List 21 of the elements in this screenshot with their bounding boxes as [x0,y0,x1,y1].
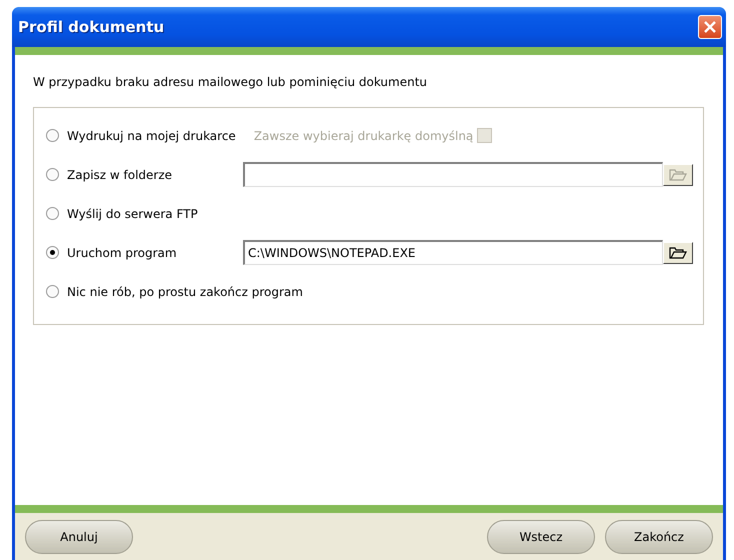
option-label: Zapisz w folderze [67,168,174,182]
checkbox-label: Zawsze wybieraj drukarkę domyślną [254,128,474,142]
folder-icon [669,167,687,182]
cancel-button[interactable]: Anuluj [25,520,133,554]
option-label: Nic nie rób, po prostu zakończ program [67,284,303,298]
radio-button[interactable] [46,285,59,298]
radio-button[interactable] [46,246,59,259]
close-icon [703,20,717,34]
option-label: Wydrukuj na mojej drukarce [67,128,236,142]
path-field[interactable] [243,162,663,187]
window-title: Profil dokumentu [18,18,164,36]
browse-button[interactable] [663,242,693,264]
dialog-button[interactable]: Wstecz [487,520,595,554]
close-button[interactable] [698,15,722,39]
path-field[interactable]: C:\WINDOWS\NOTEPAD.EXE [243,240,663,265]
option-label: Wyślij do serwera FTP [67,206,198,220]
intro-text: W przypadku braku adresu mailowego lub pominięciu dokumentu [33,75,428,89]
radio-button[interactable] [46,207,59,220]
option-label: Uruchom program [67,246,178,260]
folder-icon [669,245,687,260]
dialog-button[interactable]: Zakończ [605,520,713,554]
